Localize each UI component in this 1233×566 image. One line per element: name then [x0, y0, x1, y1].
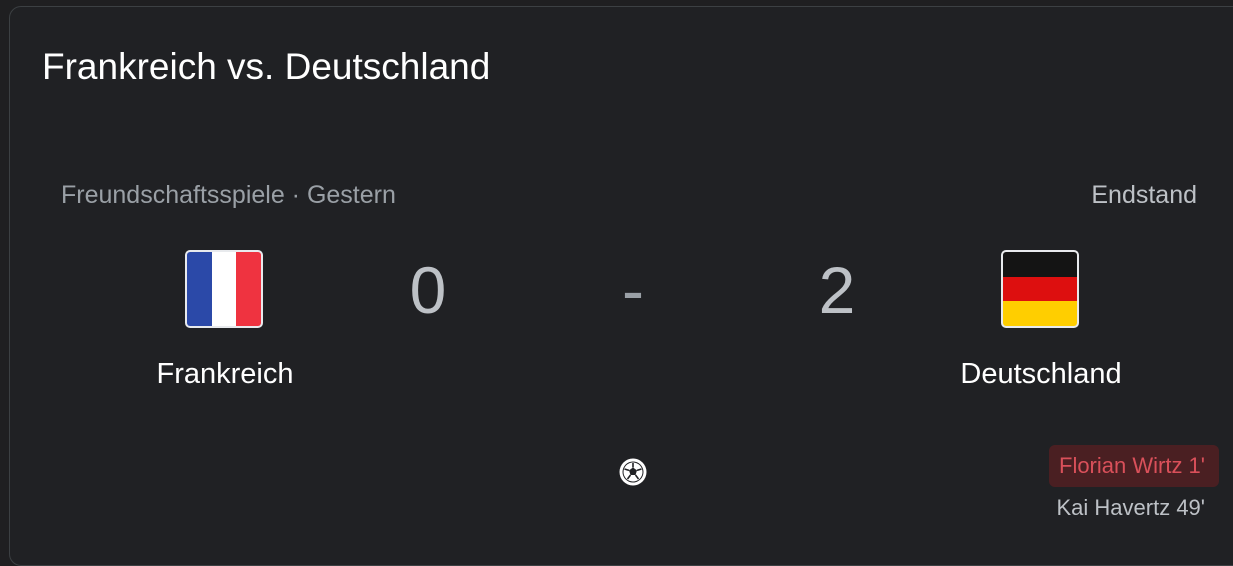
- soccer-ball-icon: [619, 458, 647, 486]
- home-team-name[interactable]: Frankreich: [95, 356, 355, 392]
- scorer-item[interactable]: Kai Havertz 49': [1049, 495, 1206, 521]
- germany-flag-icon[interactable]: [1001, 250, 1079, 328]
- away-scorers-list: Florian Wirtz 1' Kai Havertz 49': [1049, 445, 1219, 521]
- scorer-item[interactable]: Florian Wirtz 1': [1049, 445, 1219, 487]
- scorer-highlighted[interactable]: Florian Wirtz 1': [1049, 445, 1219, 487]
- score-separator: -: [622, 253, 644, 327]
- competition-line: Freundschaftsspiele · Gestern: [61, 181, 396, 209]
- away-score: 2: [818, 253, 856, 327]
- home-score: 0: [409, 253, 447, 327]
- away-team-name[interactable]: Deutschland: [911, 356, 1171, 392]
- match-status: Endstand: [1091, 181, 1197, 209]
- france-flag-icon[interactable]: [185, 250, 263, 328]
- match-title: Frankreich vs. Deutschland: [42, 46, 491, 87]
